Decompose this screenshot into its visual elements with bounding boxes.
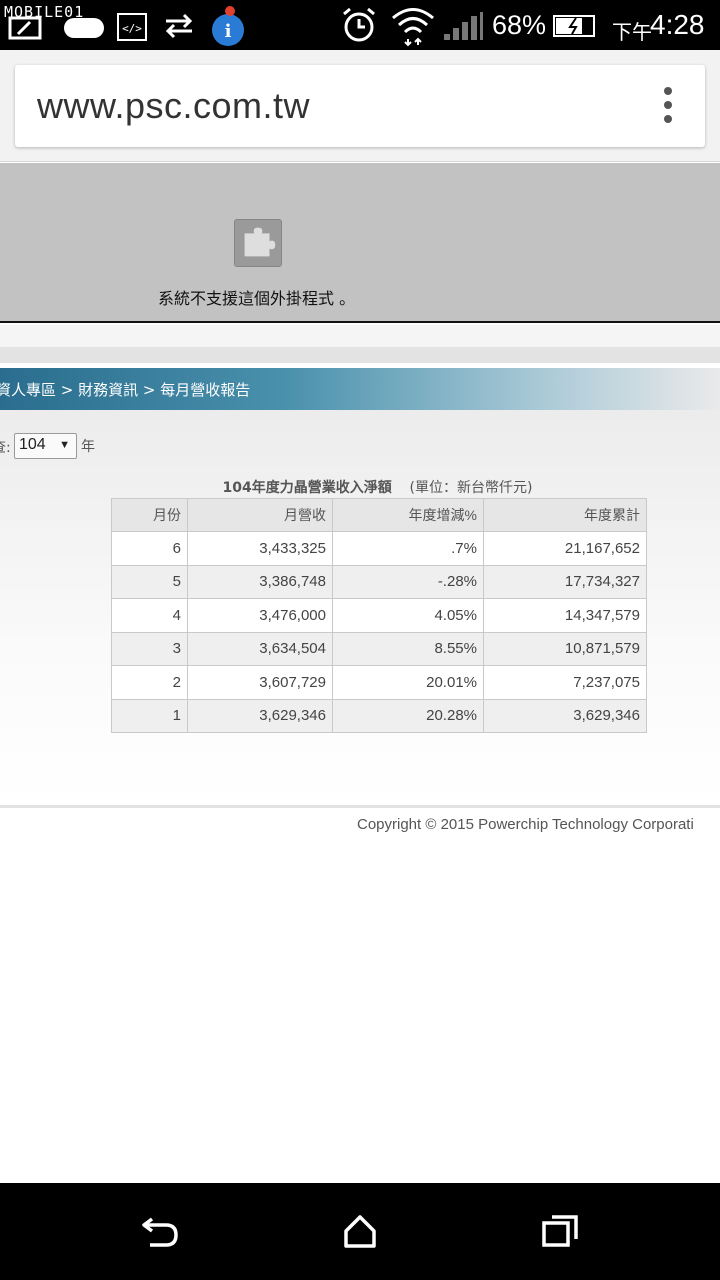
unsupported-plugin-area: 系統不支援這個外掛程式 。 [0,163,720,323]
url-text[interactable]: www.psc.com.tw [37,85,310,127]
cell-revenue: 3,634,504 [187,631,333,666]
table-row: 4 3,476,000 4.05% 14,347,579 [111,598,647,633]
cell-change: -.28% [332,564,484,599]
cell-revenue: 3,386,748 [187,564,333,599]
svg-text:</>: </> [122,22,142,35]
table-row: 5 3,386,748 -.28% 17,734,327 [111,564,647,599]
table-row: 3 3,634,504 8.55% 10,871,579 [111,631,647,666]
cell-cumulative: 14,347,579 [483,598,647,633]
column-header-month: 月份 [111,498,188,532]
dropdown-arrow-icon: ▼ [59,439,70,451]
table-unit: (單位：新台幣仟元) [409,480,533,496]
cell-change: .7% [332,531,484,566]
cell-month: 1 [111,698,188,733]
home-icon[interactable] [340,1213,380,1249]
table-title: 104年度力晶營業收入淨額 [222,480,392,496]
code-icon: </> [117,13,147,41]
column-header-yoy-change: 年度增減% [332,498,484,532]
cell-month: 6 [111,531,188,566]
plugin-message: 系統不支援這個外掛程式 。 [158,289,356,308]
cell-revenue: 3,629,346 [187,698,333,733]
status-bar: MOBILE01 </> i 68% 下午 4:28 [0,0,720,50]
year-select-value: 104 [19,436,46,453]
cell-revenue: 3,607,729 [187,665,333,700]
svg-text:i: i [225,21,232,42]
puzzle-plugin-icon [234,219,282,267]
year-suffix: 年 [81,439,95,455]
wifi-icon [392,8,434,47]
cell-change: 4.05% [332,598,484,633]
cell-month: 3 [111,631,188,666]
battery-percent: 68% [492,10,547,40]
cell-month: 5 [111,564,188,599]
table-header-row: 月份 月營收 年度增減% 年度累計 [111,498,647,532]
cell-revenue: 3,476,000 [187,598,333,633]
info-app-icon: i [212,6,244,46]
cell-cumulative: 17,734,327 [483,564,647,599]
revenue-table: 月份 月營收 年度增減% 年度累計 6 3,433,325 .7% 21,167… [111,498,647,733]
clock-time: 4:28 [650,9,705,40]
alarm-icon [343,7,375,42]
cell-change: 20.28% [332,698,484,733]
cell-month: 4 [111,598,188,633]
year-label: 查: [0,440,11,456]
table-row: 6 3,433,325 .7% 21,167,652 [111,531,647,566]
copyright-text: Copyright © 2015 Powerchip Technology Co… [357,816,694,833]
cell-revenue: 3,433,325 [187,531,333,566]
breadcrumb-text[interactable]: 資人專區 > 財務資訊 > 每月營收報告 [0,379,250,400]
browser-toolbar: www.psc.com.tw [0,50,720,162]
signal-icon [444,12,483,40]
battery-charging-icon [553,15,595,37]
cell-cumulative: 3,629,346 [483,698,647,733]
table-row: 2 3,607,729 20.01% 7,237,075 [111,665,647,700]
cell-cumulative: 21,167,652 [483,531,647,566]
recents-icon[interactable] [540,1213,580,1249]
navigation-bar [0,1183,720,1280]
back-icon[interactable] [140,1213,180,1249]
cell-change: 20.01% [332,665,484,700]
overflow-menu-icon[interactable] [661,87,675,127]
breadcrumb: 資人專區 > 財務資訊 > 每月營收報告 [0,368,720,410]
column-header-cumulative: 年度累計 [483,498,647,532]
toggle-icon [64,18,104,38]
page-top-band [0,325,720,347]
table-caption: 104年度力晶營業收入淨額 (單位：新台幣仟元) [0,477,720,497]
url-bar[interactable]: www.psc.com.tw [15,65,705,147]
page-divider-band [0,347,720,363]
cell-month: 2 [111,665,188,700]
cell-cumulative: 7,237,075 [483,665,647,700]
column-header-monthly-revenue: 月營收 [187,498,333,532]
cell-change: 8.55% [332,631,484,666]
cell-cumulative: 10,871,579 [483,631,647,666]
year-select[interactable]: 104 ▼ [14,433,77,459]
data-sync-icon [165,13,193,39]
screenshot-icon [8,16,42,40]
time-prefix: 下午 [612,20,652,44]
footer-divider [0,805,720,808]
table-row: 1 3,629,346 20.28% 3,629,346 [111,698,647,733]
